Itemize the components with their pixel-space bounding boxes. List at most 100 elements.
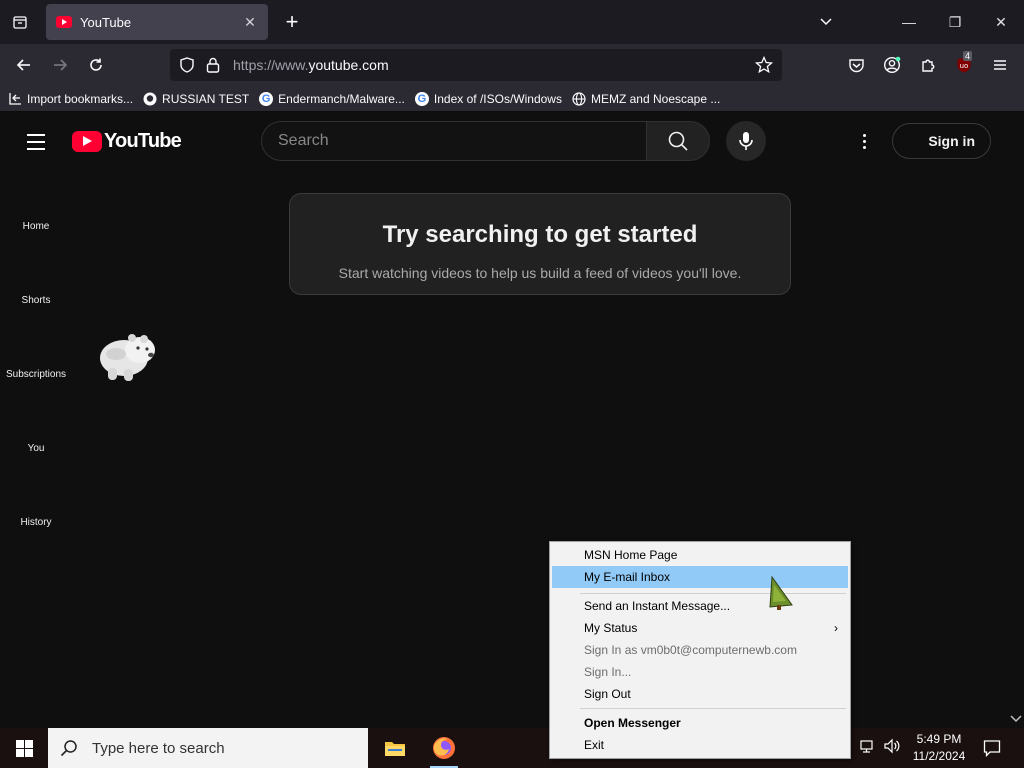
tab-bar: YouTube ✕ + — ❐ ✕ xyxy=(0,0,1024,44)
new-tab-button[interactable]: + xyxy=(278,8,306,36)
taskbar-clock[interactable]: 5:49 PM 11/2/2024 xyxy=(906,731,972,765)
lock-icon[interactable] xyxy=(205,56,221,74)
tab-title: YouTube xyxy=(80,14,132,30)
reload-button[interactable] xyxy=(81,50,111,80)
empty-feed-title: Try searching to get started xyxy=(382,221,698,248)
github-icon xyxy=(143,92,157,106)
guide-menu-button[interactable] xyxy=(22,128,50,156)
folder-icon xyxy=(385,742,405,756)
menu-item-exit[interactable]: Exit xyxy=(552,734,848,756)
hamburger-menu-icon xyxy=(994,60,1006,70)
settings-more-button[interactable] xyxy=(852,129,876,153)
menu-item-sign-in: Sign In... xyxy=(584,665,632,679)
account-icon xyxy=(883,56,901,74)
svg-text:uo: uo xyxy=(960,62,969,70)
clock-date: 11/2/2024 xyxy=(912,749,966,763)
menu-item-msn-home[interactable]: MSN Home Page xyxy=(552,544,848,566)
arrow-right-icon xyxy=(54,59,68,71)
submenu-arrow-icon: › xyxy=(834,621,838,635)
ublock-badge: 4 xyxy=(963,51,973,61)
start-button[interactable] xyxy=(0,728,48,768)
system-tray xyxy=(860,738,900,754)
notification-icon xyxy=(983,740,1001,757)
bookmark-import[interactable]: Import bookmarks... xyxy=(8,92,133,106)
list-all-tabs-button[interactable] xyxy=(6,8,34,36)
menu-item-my-status[interactable]: My Status › xyxy=(552,617,848,639)
back-button[interactable] xyxy=(9,50,39,80)
taskbar: Type here to search 5:49 PM 11/2/2024 xyxy=(0,728,1024,768)
sidebar-item-shorts[interactable]: Shorts xyxy=(0,295,72,306)
voice-search-button[interactable] xyxy=(726,121,766,161)
minimize-button[interactable]: — xyxy=(886,0,932,44)
menu-item-sign-in-as: Sign In as vm0b0t@computernewb.com xyxy=(584,643,797,657)
youtube-logo[interactable]: YouTube xyxy=(72,130,182,153)
menu-item-email-inbox[interactable]: My E-mail Inbox xyxy=(552,566,848,588)
search-button[interactable] xyxy=(646,121,710,161)
search-placeholder: Search xyxy=(278,132,329,149)
windows-logo-icon xyxy=(15,739,33,757)
clock-time: 5:49 PM xyxy=(916,732,962,746)
bookmark-isos-windows[interactable]: G Index of /ISOs/Windows xyxy=(414,91,562,106)
restore-button[interactable]: ❐ xyxy=(932,0,978,44)
extensions-button[interactable] xyxy=(913,50,943,80)
url-bar[interactable]: https://www.youtube.com xyxy=(170,49,782,81)
url-domain: youtube.com xyxy=(308,57,389,73)
scroll-down-arrow-icon[interactable] xyxy=(1010,714,1022,724)
menu-item-sign-out[interactable]: Sign Out xyxy=(552,683,848,705)
action-center-button[interactable] xyxy=(972,728,1012,768)
microphone-icon xyxy=(739,132,753,150)
pocket-button[interactable] xyxy=(841,50,871,80)
globe-icon xyxy=(572,91,586,106)
arrow-left-icon xyxy=(16,59,30,71)
youtube-page: YouTube Search Sign in Home Shorts Subsc… xyxy=(0,113,1024,728)
taskbar-file-explorer[interactable] xyxy=(371,728,419,768)
bookmark-endermanch[interactable]: G Endermanch/Malware... xyxy=(259,91,405,106)
empty-feed-subtitle: Start watching videos to help us build a… xyxy=(338,265,742,281)
search-input[interactable]: Search xyxy=(261,121,646,161)
youtube-favicon-icon xyxy=(56,16,72,28)
empty-feed-card: Try searching to get started Start watch… xyxy=(289,193,791,295)
google-icon: G xyxy=(259,91,274,106)
bookmark-memz[interactable]: MEMZ and Noescape ... xyxy=(572,92,720,106)
bookmark-russian-test[interactable]: RUSSIAN TEST xyxy=(143,92,249,106)
sidebar-item-history[interactable]: History xyxy=(0,517,72,528)
reload-icon xyxy=(90,58,102,71)
app-menu-button[interactable] xyxy=(985,50,1015,80)
search-icon xyxy=(668,131,688,151)
sign-in-label: Sign in xyxy=(928,133,975,149)
bookmark-label: Index of /ISOs/Windows xyxy=(433,91,562,106)
google-icon: G xyxy=(414,91,429,106)
account-button[interactable] xyxy=(877,50,907,80)
sidebar-item-you[interactable]: You xyxy=(0,443,72,454)
bookmark-star-icon[interactable] xyxy=(755,56,773,74)
url-prefix: https://www. xyxy=(233,57,309,73)
search-icon xyxy=(60,740,77,757)
sidebar-item-subscriptions[interactable]: Subscriptions xyxy=(0,369,72,380)
forward-button[interactable] xyxy=(45,50,75,80)
close-tab-icon[interactable]: ✕ xyxy=(238,10,262,34)
menu-item-open-messenger[interactable]: Open Messenger xyxy=(552,712,848,734)
volume-icon[interactable] xyxy=(884,738,900,754)
bookmark-label: MEMZ and Noescape ... xyxy=(590,91,721,106)
network-icon[interactable] xyxy=(860,738,876,754)
tabs-overview-icon xyxy=(13,16,27,29)
ublock-origin-button[interactable]: uo 4 xyxy=(949,50,979,80)
menu-item-send-message[interactable]: Send an Instant Message... xyxy=(552,595,848,617)
sidebar-item-home[interactable]: Home xyxy=(0,221,72,232)
bookmark-label: Endermanch/Malware... xyxy=(278,91,405,106)
bookmark-label: Import bookmarks... xyxy=(27,91,134,106)
import-icon xyxy=(8,92,22,106)
tab-youtube[interactable]: YouTube ✕ xyxy=(46,4,268,40)
url-text[interactable]: https://www.youtube.com xyxy=(233,57,389,73)
taskbar-search-box[interactable]: Type here to search xyxy=(48,728,368,768)
close-window-button[interactable]: ✕ xyxy=(978,0,1024,44)
tabs-dropdown-button[interactable] xyxy=(812,8,840,36)
tracking-protection-shield-icon[interactable] xyxy=(178,56,196,74)
messenger-context-menu: MSN Home Page My E-mail Inbox Send an In… xyxy=(549,541,851,759)
taskbar-search-placeholder: Type here to search xyxy=(92,739,225,757)
menu-separator xyxy=(580,593,846,594)
taskbar-firefox[interactable] xyxy=(420,728,468,768)
tree-cursor-icon xyxy=(769,575,793,610)
sign-in-button[interactable]: Sign in xyxy=(892,123,991,159)
chevron-down-icon xyxy=(820,18,832,26)
